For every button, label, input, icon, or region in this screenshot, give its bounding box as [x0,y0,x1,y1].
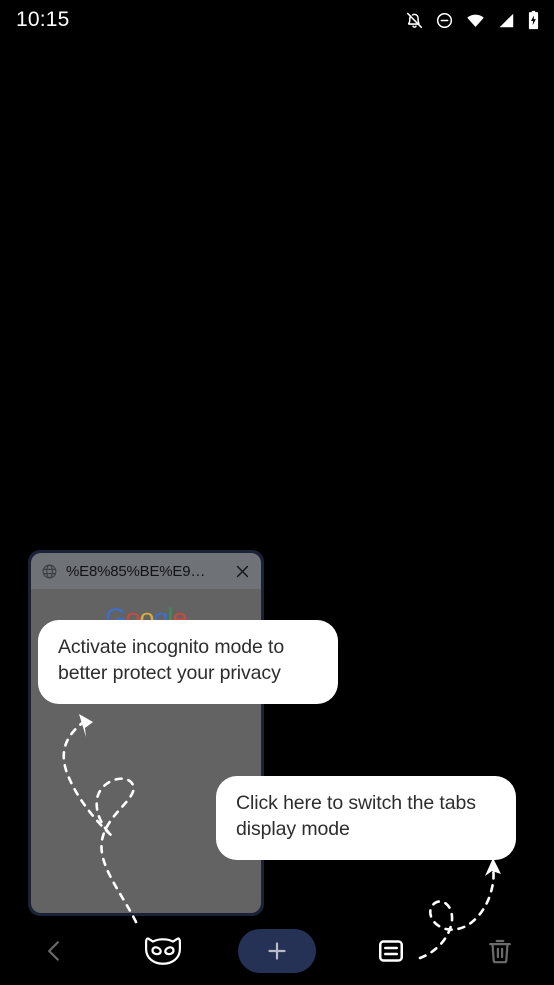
close-all-tabs-button[interactable] [467,925,533,977]
plus-icon [265,939,289,963]
tab-card[interactable]: %E8%85%BE%E9… Google [28,550,264,916]
do-not-disturb-icon [435,11,454,30]
incognito-mask-icon [142,935,184,967]
tabs-display-mode-button[interactable] [358,925,424,977]
back-button[interactable] [21,925,87,977]
tabs-list-icon [376,936,406,966]
trash-icon [486,936,514,966]
tooltip-tabs-display-mode-hint[interactable]: Click here to switch the tabs display mo… [216,776,516,860]
tab-card-header: %E8%85%BE%E9… [31,553,261,589]
bottom-toolbar [0,917,554,985]
status-time: 10:15 [16,8,70,31]
tooltip-incognito-hint[interactable]: Activate incognito mode to better protec… [38,620,338,704]
wifi-icon [465,11,486,30]
globe-icon [41,563,58,580]
status-icon-group [405,10,540,30]
cellular-signal-icon [497,11,516,30]
incognito-mode-button[interactable] [130,925,196,977]
new-tab-button[interactable] [237,929,316,973]
tab-title: %E8%85%BE%E9… [66,562,206,580]
status-bar: 10:15 [0,0,554,40]
tab-switcher-screen: 10:15 %E8%85%BE%E9… Google Activate inco… [0,0,554,985]
close-icon[interactable] [229,558,255,584]
chevron-left-icon [41,936,67,966]
notifications-off-icon [405,11,424,30]
battery-charging-icon [527,10,540,30]
